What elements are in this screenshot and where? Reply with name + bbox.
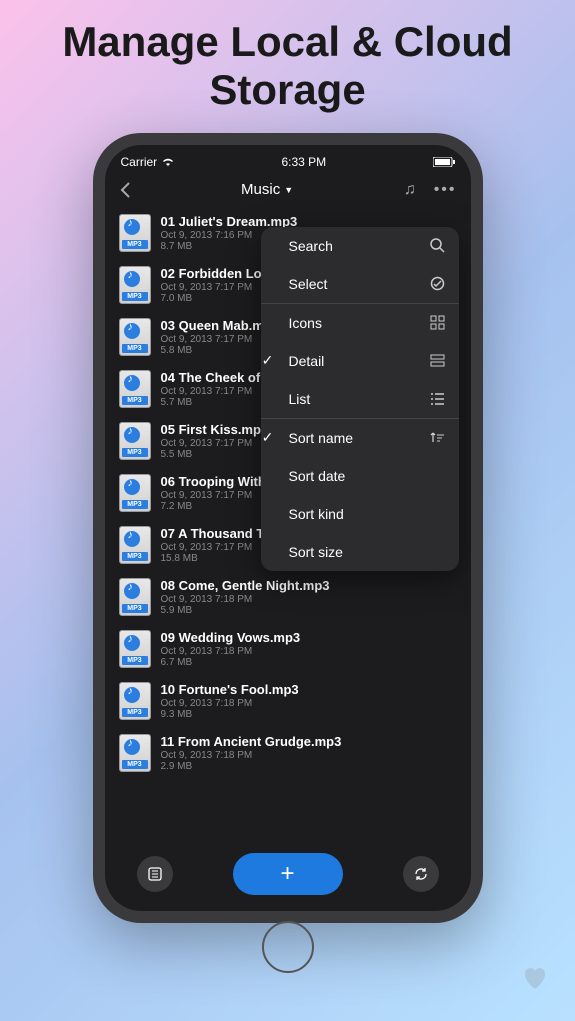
nav-title-text: Music xyxy=(241,181,280,198)
file-size: 9.3 MB xyxy=(161,709,457,720)
list-icon xyxy=(430,391,445,406)
mp3-file-icon: MP3 xyxy=(119,734,151,772)
grid-icon xyxy=(430,315,445,330)
file-row[interactable]: MP3 08 Come, Gentle Night.mp3Oct 9, 2013 … xyxy=(105,571,471,623)
file-type-tag: MP3 xyxy=(122,344,148,353)
file-name: 08 Come, Gentle Night.mp3 xyxy=(161,578,457,593)
watermark-logo xyxy=(505,963,565,1013)
mp3-file-icon: MP3 xyxy=(119,526,151,564)
wifi-icon xyxy=(161,157,175,167)
library-button[interactable] xyxy=(137,856,173,892)
file-date: Oct 9, 2013 7:18 PM xyxy=(161,750,457,761)
menu-select[interactable]: Select xyxy=(261,265,459,304)
add-button[interactable]: + xyxy=(233,853,343,895)
context-menu: Search Select Icons ✓Detail List ✓Sort n… xyxy=(261,227,459,571)
battery-icon xyxy=(433,157,455,167)
mp3-file-icon: MP3 xyxy=(119,266,151,304)
file-row[interactable]: MP3 09 Wedding Vows.mp3Oct 9, 2013 7:18 P… xyxy=(105,623,471,675)
search-icon xyxy=(430,238,445,253)
mp3-file-icon: MP3 xyxy=(119,630,151,668)
file-type-tag: MP3 xyxy=(122,500,148,509)
file-type-tag: MP3 xyxy=(122,292,148,301)
screen: Carrier 6:33 PM Music ▼ ♫ ••• MP301 Juli… xyxy=(105,145,471,911)
mp3-file-icon: MP3 xyxy=(119,214,151,252)
menu-sort-size[interactable]: Sort size xyxy=(261,533,459,571)
bottom-toolbar: + xyxy=(105,853,471,895)
file-type-tag: MP3 xyxy=(122,552,148,561)
dropdown-caret-icon: ▼ xyxy=(284,185,293,195)
file-type-tag: MP3 xyxy=(122,448,148,457)
file-type-tag: MP3 xyxy=(122,760,148,769)
nav-title[interactable]: Music ▼ xyxy=(241,181,293,198)
file-name: 09 Wedding Vows.mp3 xyxy=(161,630,457,645)
file-size: 2.9 MB xyxy=(161,761,457,772)
carrier-label: Carrier xyxy=(121,155,158,169)
checkmark-icon: ✓ xyxy=(261,352,277,369)
home-button xyxy=(262,921,314,973)
mp3-file-icon: MP3 xyxy=(119,318,151,356)
sort-icon xyxy=(430,430,445,445)
music-icon[interactable]: ♫ xyxy=(404,181,416,199)
status-bar: Carrier 6:33 PM xyxy=(105,145,471,173)
menu-sort-kind[interactable]: Sort kind xyxy=(261,495,459,533)
detail-icon xyxy=(430,353,445,368)
clock: 6:33 PM xyxy=(281,155,326,169)
mp3-file-icon: MP3 xyxy=(119,578,151,616)
file-date: Oct 9, 2013 7:18 PM xyxy=(161,698,457,709)
more-icon[interactable]: ••• xyxy=(434,181,457,199)
file-type-tag: MP3 xyxy=(122,396,148,405)
file-name: 10 Fortune's Fool.mp3 xyxy=(161,682,457,697)
file-type-tag: MP3 xyxy=(122,708,148,717)
menu-search[interactable]: Search xyxy=(261,227,459,265)
mp3-file-icon: MP3 xyxy=(119,474,151,512)
menu-view-icons[interactable]: Icons xyxy=(261,304,459,342)
back-button[interactable] xyxy=(119,181,131,199)
menu-view-detail[interactable]: ✓Detail xyxy=(261,342,459,380)
file-name: 11 From Ancient Grudge.mp3 xyxy=(161,734,457,749)
file-date: Oct 9, 2013 7:18 PM xyxy=(161,594,457,605)
file-size: 6.7 MB xyxy=(161,657,457,668)
promo-headline: Manage Local & Cloud Storage xyxy=(0,0,575,125)
sync-button[interactable] xyxy=(403,856,439,892)
file-row[interactable]: MP3 10 Fortune's Fool.mp3Oct 9, 2013 7:18… xyxy=(105,675,471,727)
file-size: 5.9 MB xyxy=(161,605,457,616)
file-type-tag: MP3 xyxy=(122,604,148,613)
mp3-file-icon: MP3 xyxy=(119,370,151,408)
checkmark-icon: ✓ xyxy=(261,429,277,446)
menu-view-list[interactable]: List xyxy=(261,380,459,419)
file-date: Oct 9, 2013 7:18 PM xyxy=(161,646,457,657)
mp3-file-icon: MP3 xyxy=(119,422,151,460)
menu-sort-name[interactable]: ✓Sort name xyxy=(261,419,459,457)
mp3-file-icon: MP3 xyxy=(119,682,151,720)
file-type-tag: MP3 xyxy=(122,240,148,249)
phone-frame: Carrier 6:33 PM Music ▼ ♫ ••• MP301 Juli… xyxy=(93,133,483,923)
file-row[interactable]: MP3 11 From Ancient Grudge.mp3Oct 9, 2013… xyxy=(105,727,471,779)
menu-sort-date[interactable]: Sort date xyxy=(261,457,459,495)
select-icon xyxy=(430,276,445,291)
file-type-tag: MP3 xyxy=(122,656,148,665)
nav-bar: Music ▼ ♫ ••• xyxy=(105,173,471,207)
